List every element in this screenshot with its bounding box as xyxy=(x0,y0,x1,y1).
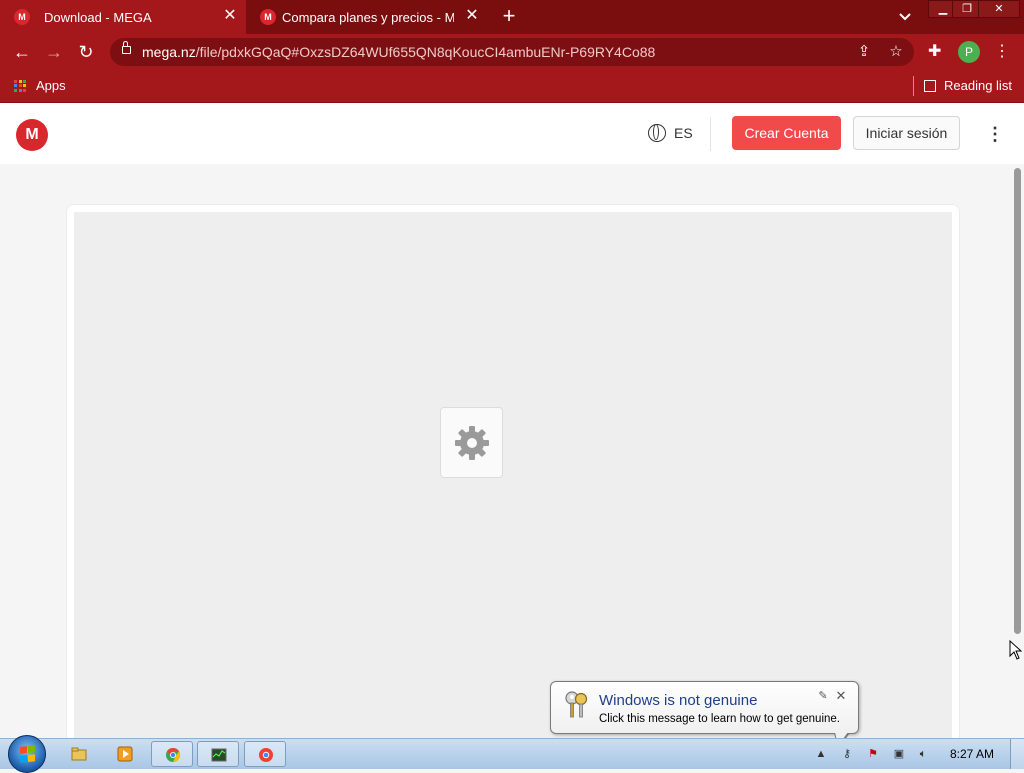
tab-title: Download - MEGA xyxy=(44,9,152,25)
gear-icon xyxy=(455,426,489,460)
language-code: ES xyxy=(674,125,693,141)
key-tray-icon[interactable]: ⚷ xyxy=(840,747,854,761)
back-arrow-icon[interactable]: ← xyxy=(12,42,32,62)
tab-download-mega[interactable]: M Download - MEGA ✕ xyxy=(0,0,246,34)
mega-logo[interactable]: M xyxy=(16,119,48,151)
chrome-icon xyxy=(166,747,181,763)
chrome-menu-icon[interactable]: ⋮ xyxy=(994,42,1010,62)
apps-label: Apps xyxy=(36,78,66,93)
close-tab-icon[interactable]: ✕ xyxy=(222,8,238,24)
header-divider xyxy=(710,117,711,151)
taskbar-media-player[interactable] xyxy=(104,741,146,767)
taskbar-clock[interactable]: 8:27 AM xyxy=(950,747,994,761)
media-player-icon xyxy=(117,746,133,762)
windows-logo-icon xyxy=(20,745,36,763)
mega-favicon-icon: M xyxy=(14,9,30,25)
reload-icon[interactable]: ↻ xyxy=(76,42,96,62)
taskbar-chrome[interactable] xyxy=(151,741,193,767)
browser-toolbar: ← → ↻ mega.nz/file/pdxkGQaQ#OxzsDZ64WUf6… xyxy=(0,34,1024,70)
windows-taskbar: ▲ ⚷ ⚑ ▣ 🔈︎ 8:27 AM xyxy=(0,735,1024,773)
explorer-icon xyxy=(71,747,87,761)
language-selector[interactable]: ES xyxy=(648,124,693,142)
address-bar[interactable]: mega.nz/file/pdxkGQaQ#OxzsDZ64WUf655QN8q… xyxy=(110,38,914,66)
start-button[interactable] xyxy=(8,735,46,773)
mouse-cursor-icon xyxy=(1009,640,1023,660)
chrome-icon xyxy=(259,748,273,762)
volume-icon[interactable]: 🔈︎ xyxy=(916,747,930,761)
close-tab-icon[interactable]: ✕ xyxy=(464,8,480,24)
loading-spinner xyxy=(440,407,503,478)
apps-shortcut[interactable]: Apps xyxy=(14,78,66,93)
url-text: mega.nz/file/pdxkGQaQ#OxzsDZ64WUf655QN8q… xyxy=(142,44,656,60)
profile-avatar[interactable]: P xyxy=(958,41,980,63)
close-window-button[interactable]: ✕ xyxy=(978,0,1020,18)
scrollbar-thumb[interactable] xyxy=(1014,168,1021,634)
taskbar-chrome-2[interactable] xyxy=(244,741,286,767)
tab-search-chevron-icon[interactable] xyxy=(896,9,914,25)
more-options-icon[interactable]: ⋮ xyxy=(986,125,1004,143)
action-center-icon[interactable]: ⚑ xyxy=(866,747,880,761)
show-hidden-icons[interactable]: ▲ xyxy=(814,747,828,761)
taskbar-explorer[interactable] xyxy=(58,741,100,767)
lock-icon[interactable] xyxy=(122,41,131,54)
reading-list-label: Reading list xyxy=(944,78,1012,93)
new-tab-button[interactable]: + xyxy=(498,5,520,28)
bookmarks-divider xyxy=(913,76,914,96)
notification-title: Windows is not genuine xyxy=(599,692,758,709)
file-preview-area xyxy=(74,212,952,742)
globe-icon xyxy=(648,124,666,142)
windows-genuine-notification[interactable]: Windows is not genuine Click this messag… xyxy=(550,681,859,734)
share-icon[interactable]: ⇪ xyxy=(856,44,872,60)
bookmarks-bar: Apps Reading list xyxy=(0,70,1024,103)
mega-favicon-icon: M xyxy=(260,9,276,25)
forward-arrow-icon[interactable]: → xyxy=(44,42,64,62)
notification-close-icon[interactable]: ✕ xyxy=(835,689,847,702)
tab-title: Compara planes y precios - MEGA xyxy=(282,9,454,25)
keys-icon xyxy=(565,691,588,718)
login-button[interactable]: Iniciar sesión xyxy=(853,116,960,150)
show-desktop-button[interactable] xyxy=(1010,739,1024,769)
notification-options-icon[interactable]: ✎ xyxy=(817,690,829,702)
extensions-puzzle-icon[interactable]: ✚ xyxy=(928,43,946,61)
apps-grid-icon xyxy=(14,79,26,92)
create-account-button[interactable]: Crear Cuenta xyxy=(732,116,841,150)
reading-list-icon xyxy=(924,79,936,92)
tab-compara-planes[interactable]: M Compara planes y precios - MEGA ✕ xyxy=(248,0,488,34)
mega-header: M ES Crear Cuenta Iniciar sesión ⋮ xyxy=(0,103,1024,164)
tab-strip: M Download - MEGA ✕ M Compara planes y p… xyxy=(0,0,1024,34)
notification-message: Click this message to learn how to get g… xyxy=(599,713,840,725)
network-icon[interactable]: ▣ xyxy=(892,747,906,761)
bookmark-star-icon[interactable]: ☆ xyxy=(888,44,904,60)
reading-list-button[interactable]: Reading list xyxy=(924,78,1012,93)
task-manager-icon xyxy=(211,748,227,762)
taskbar-task-manager[interactable] xyxy=(197,741,239,767)
